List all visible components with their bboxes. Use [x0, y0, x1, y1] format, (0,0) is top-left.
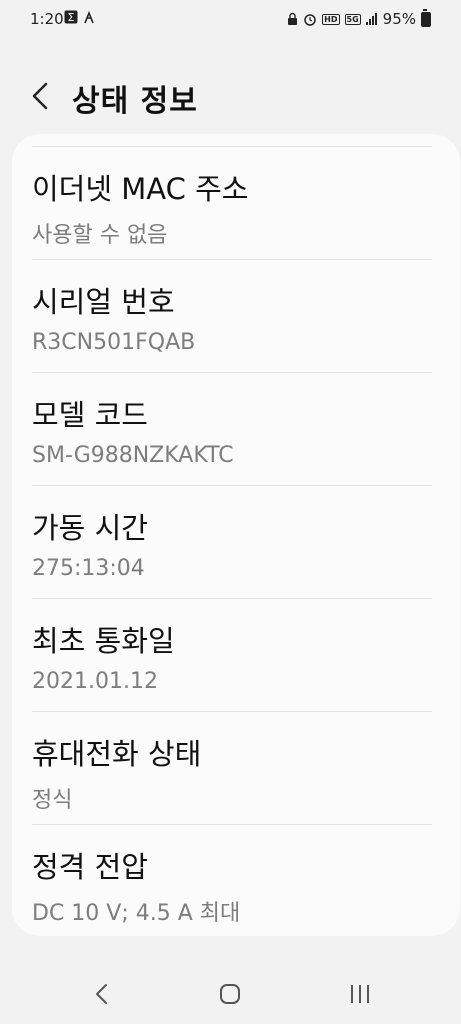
item-value: 사용할 수 없음 [32, 223, 168, 248]
item-title: 모델 코드 [32, 398, 148, 432]
navigation-bar [0, 960, 461, 1024]
item-title: 최초 통화일 [32, 624, 175, 658]
list-item-ethernet-mac[interactable]: 이더넷 MAC 주소 사용할 수 없음 [32, 166, 432, 249]
list-item-model-code[interactable]: 모델 코드 SM-G988NZKAKTC [32, 392, 432, 468]
alarm-icon [303, 12, 317, 26]
list-item-rated-voltage[interactable]: 정격 전압 DC 10 V; 4.5 A 최대 [32, 844, 432, 927]
status-bar: 1:20 Σ HD 5G 95% [0, 0, 461, 38]
status-time: 1:20 [30, 10, 64, 28]
item-title: 이더넷 MAC 주소 [32, 172, 249, 206]
lock-icon [287, 12, 298, 26]
divider [32, 259, 432, 260]
status-system-icons: HD 5G 95% [287, 8, 431, 28]
divider [32, 824, 432, 825]
nav-recents-button[interactable] [340, 974, 380, 1014]
chevron-left-icon [32, 82, 48, 110]
status-info-list: 이더넷 MAC 주소 사용할 수 없음 시리얼 번호 R3CN501FQAB 모… [12, 134, 460, 936]
battery-percent: 95% [382, 10, 416, 28]
svg-text:Σ: Σ [68, 11, 75, 24]
item-title: 시리얼 번호 [32, 285, 175, 319]
item-title: 휴대전화 상태 [32, 737, 202, 771]
back-button[interactable] [26, 76, 58, 116]
item-value: 275:13:04 [32, 556, 145, 581]
divider [32, 372, 432, 373]
signal-icon [365, 12, 378, 26]
item-title: 정격 전압 [32, 850, 148, 884]
status-notification-icons: Σ [64, 10, 96, 24]
home-icon [220, 984, 240, 1004]
item-title: 가동 시간 [32, 511, 148, 545]
bug-icon [82, 10, 96, 24]
app-bar: 상태 정보 [0, 60, 461, 130]
item-value: R3CN501FQAB [32, 330, 196, 355]
divider [32, 485, 432, 486]
divider [32, 598, 432, 599]
back-icon [96, 984, 107, 1004]
divider [32, 711, 432, 712]
recents-icon [351, 985, 369, 1003]
nav-back-button[interactable] [82, 974, 122, 1014]
list-item-uptime[interactable]: 가동 시간 275:13:04 [32, 505, 432, 581]
nav-home-button[interactable] [210, 974, 250, 1014]
divider [32, 146, 432, 147]
sigma-icon: Σ [64, 10, 78, 24]
battery-icon [421, 8, 431, 27]
page-title: 상태 정보 [72, 84, 198, 119]
item-value: SM-G988NZKAKTC [32, 443, 234, 468]
hd-icon: HD [322, 13, 340, 25]
item-value: 2021.01.12 [32, 669, 158, 694]
list-item-first-call-date[interactable]: 최초 통화일 2021.01.12 [32, 618, 432, 694]
list-item-serial-number[interactable]: 시리얼 번호 R3CN501FQAB [32, 279, 432, 355]
item-value: 정식 [32, 788, 73, 813]
list-item-phone-status[interactable]: 휴대전화 상태 정식 [32, 731, 432, 814]
item-value: DC 10 V; 4.5 A 최대 [32, 901, 241, 926]
network-5g-icon: 5G [344, 13, 361, 25]
